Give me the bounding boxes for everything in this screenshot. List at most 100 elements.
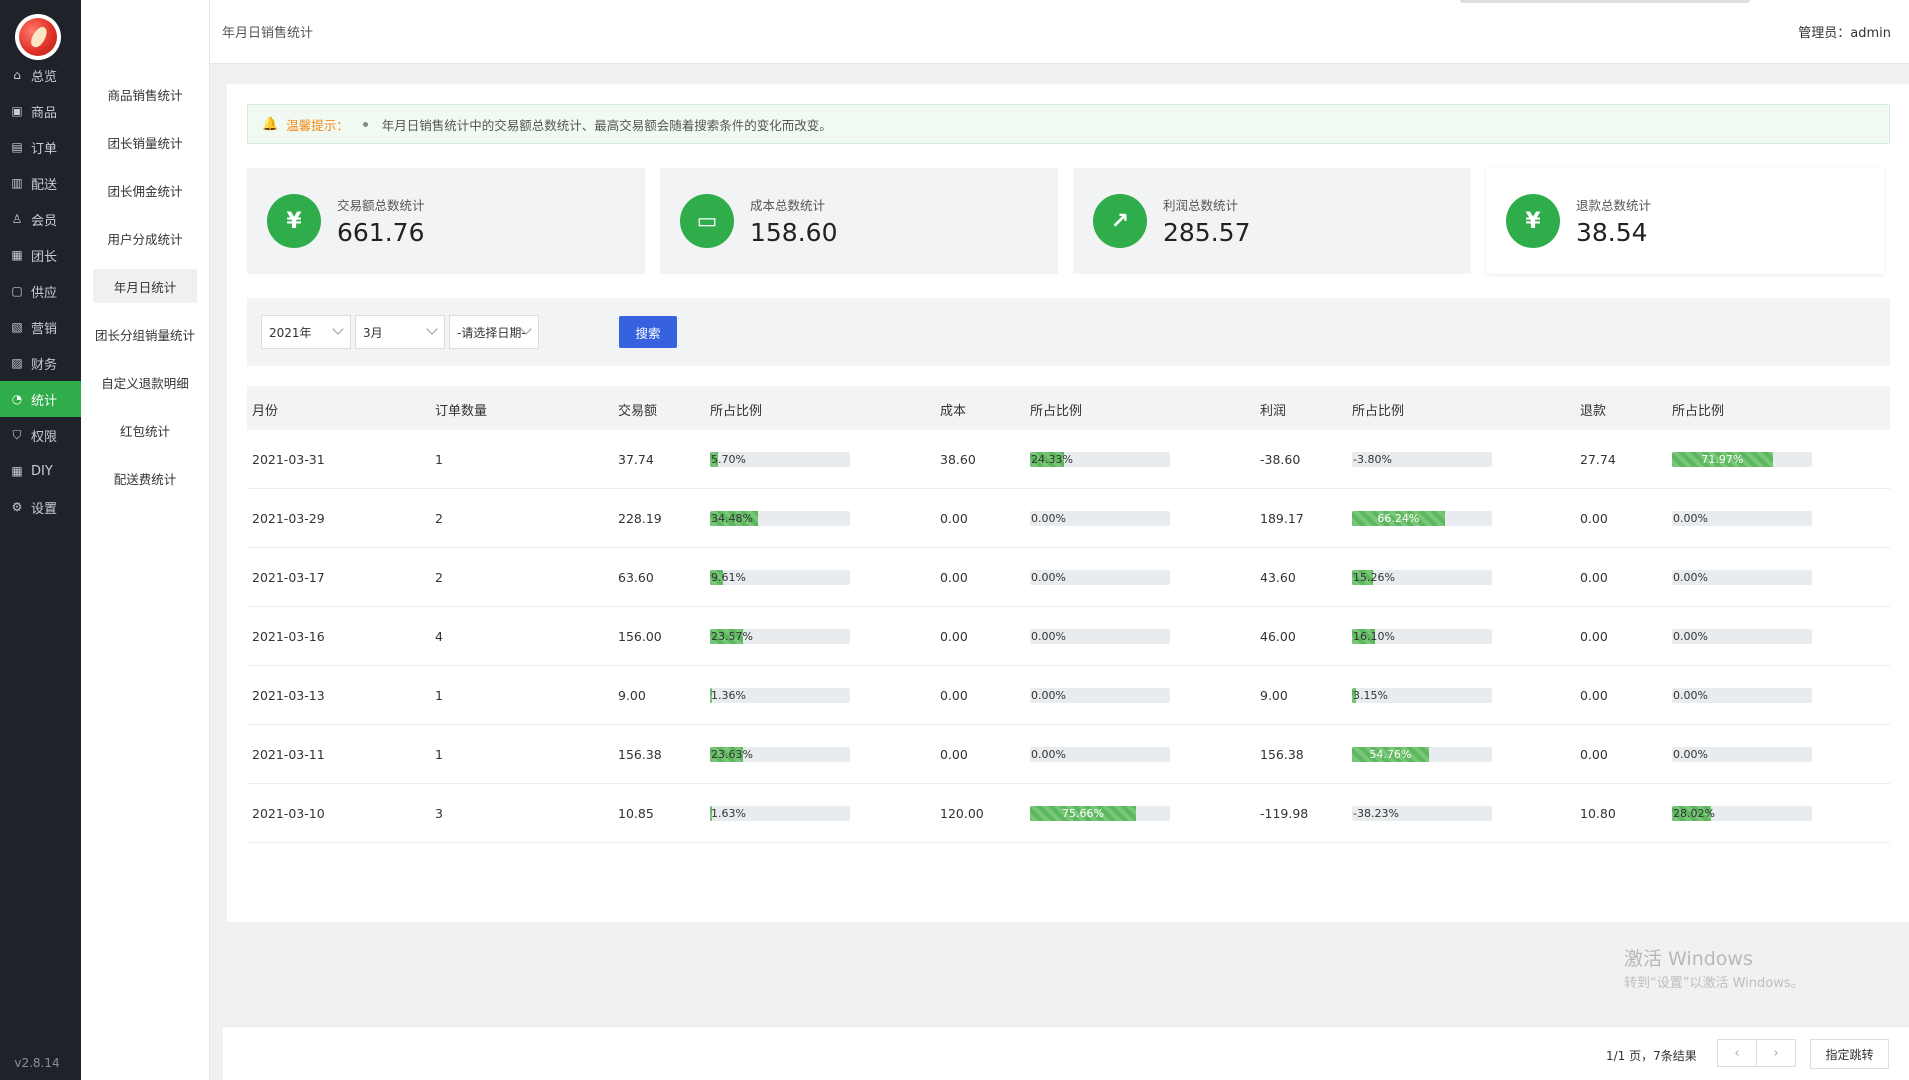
stat-card-3: ¥ 退款总数统计 38.54	[1486, 168, 1884, 274]
cost-ratio-bar: 0.00%	[1030, 747, 1170, 762]
nav-item-label: 权限	[31, 429, 58, 445]
archive-box-icon: ▭	[680, 194, 734, 248]
submenu-item-3[interactable]: 用户分成统计	[93, 221, 197, 255]
column-header: 交易额	[618, 404, 658, 419]
finance-icon: ▨	[11, 356, 23, 370]
submenu-item-6[interactable]: 自定义退款明细	[93, 365, 197, 399]
column-header: 订单数量	[435, 404, 488, 419]
nav-item-8[interactable]: ▨ 财务	[0, 345, 81, 381]
stat-label: 退款总数统计	[1576, 198, 1652, 213]
stat-text: 成本总数统计 158.60	[750, 195, 837, 247]
ratio-label: 0.00%	[1673, 748, 1708, 761]
ratio-label: 16.10%	[1353, 630, 1395, 643]
cell-cost: 0.00	[940, 688, 968, 703]
prev-page-button[interactable]: ‹	[1717, 1039, 1757, 1067]
stat-label: 利润总数统计	[1163, 198, 1239, 213]
table-row: 2021-03-10 3 10.85 120.00 -119.98 10.80 1.63% 7…	[247, 784, 1890, 843]
ratio-label: 5.70%	[711, 453, 746, 466]
ratio-label: 54.76%	[1369, 748, 1412, 761]
submenu-item-7[interactable]: 红包统计	[93, 413, 197, 447]
supply-icon: ▢	[11, 284, 23, 298]
home-icon: ⌂	[13, 68, 21, 82]
ratio-label: 0.00%	[1673, 630, 1708, 643]
cell-date: 2021-03-10	[252, 806, 325, 821]
submenu-item-4[interactable]: 年月日统计	[93, 269, 197, 303]
submenu-item-0[interactable]: 商品销售统计	[93, 77, 197, 111]
month-select-value: 3月	[363, 325, 383, 340]
nav-item-5[interactable]: ▦ 团长	[0, 237, 81, 273]
page-title: 年月日销售统计	[222, 26, 314, 41]
admin-info[interactable]: 管理员：admin	[1798, 22, 1891, 41]
ratio-label: 0.00%	[1673, 689, 1708, 702]
cell-refund: 0.00	[1580, 570, 1608, 585]
cell-cost: 0.00	[940, 511, 968, 526]
column-header: 月份	[252, 404, 279, 419]
stat-text: 退款总数统计 38.54	[1576, 195, 1651, 247]
nav-item-2[interactable]: ▤ 订单	[0, 129, 81, 165]
cell-orders: 1	[435, 747, 443, 762]
nav-item-9[interactable]: ◔ 统计	[0, 381, 81, 417]
delivery-icon: ▥	[11, 176, 23, 190]
nav-item-6[interactable]: ▢ 供应	[0, 273, 81, 309]
windows-activation-hint: 转到“设置”以激活 Windows。	[1624, 976, 1804, 991]
nav-item-4[interactable]: ♙ 会员	[0, 201, 81, 237]
nav-item-1[interactable]: ▣ 商品	[0, 93, 81, 129]
tip-text: 年月日销售统计中的交易额总数统计、最高交易额会随着搜索条件的变化而改变。	[381, 117, 832, 133]
cell-orders: 1	[435, 452, 443, 467]
cell-profit: 9.00	[1260, 688, 1288, 703]
ratio-label: 23.63%	[711, 748, 753, 761]
pagination-bar: 1/1 页，7条结果 ‹ › 指定跳转	[223, 1026, 1909, 1080]
nav-item-11[interactable]: ▦ DIY	[0, 453, 81, 489]
profit-ratio-bar: 3.15%	[1352, 688, 1492, 703]
profit-ratio-bar: -38.23%	[1352, 806, 1492, 821]
table-row: 2021-03-11 1 156.38 0.00 156.38 0.00 23.63% 0.0…	[247, 725, 1890, 784]
submenu-item-2[interactable]: 团长佣金统计	[93, 173, 197, 207]
day-select[interactable]: -请选择日期-	[449, 315, 539, 349]
nav-item-12[interactable]: ⚙ 设置	[0, 489, 81, 525]
submenu-item-5[interactable]: 团长分组销量统计	[93, 317, 197, 351]
ratio-label: 0.00%	[1031, 748, 1066, 761]
nav-item-0[interactable]: ⌂ 总览	[0, 57, 81, 93]
app-logo[interactable]	[15, 14, 61, 60]
nav-item-label: 营销	[31, 321, 58, 337]
ratio-label: 0.00%	[1673, 512, 1708, 525]
ratio-label: 15.26%	[1353, 571, 1395, 584]
stat-card-0: ¥ 交易额总数统计 661.76	[247, 168, 645, 274]
submenu-item-1[interactable]: 团长销量统计	[93, 125, 197, 159]
year-select[interactable]: 2021年	[261, 315, 351, 349]
nav-item-7[interactable]: ▧ 营销	[0, 309, 81, 345]
profit-ratio-bar: 66.24%	[1352, 511, 1492, 526]
ratio-label: 24.33%	[1031, 453, 1073, 466]
cell-refund: 0.00	[1580, 747, 1608, 762]
admin-name: admin	[1850, 26, 1891, 41]
ratio-label: 28.02%	[1673, 807, 1715, 820]
stat-card-1: ▭ 成本总数统计 158.60	[660, 168, 1058, 274]
submenu-item-8[interactable]: 配送费统计	[93, 461, 197, 495]
nav-item-3[interactable]: ▥ 配送	[0, 165, 81, 201]
column-header: 利润	[1260, 404, 1287, 419]
ratio-label: 75.66%	[1061, 807, 1104, 820]
tip-label: 温馨提示：	[286, 117, 349, 133]
ratio-label: 3.15%	[1353, 689, 1388, 702]
cost-ratio-bar: 0.00%	[1030, 511, 1170, 526]
stats-submenu: 商品销售统计 团长销量统计 团长佣金统计 用户分成统计 年月日统计团长分组销量统计 自定义…	[81, 0, 210, 1080]
jump-page-button[interactable]: 指定跳转	[1810, 1039, 1889, 1069]
cell-cost: 120.00	[940, 806, 984, 821]
stat-value: 661.76	[337, 218, 425, 247]
profit-ratio-bar: -3.80%	[1352, 452, 1492, 467]
chevron-down-icon	[426, 323, 438, 335]
amount-ratio-bar: 23.57%	[710, 629, 850, 644]
ratio-label: 66.24%	[1377, 512, 1420, 525]
refund-ratio-bar: 0.00%	[1672, 747, 1812, 762]
nav-item-label: 总览	[31, 69, 58, 85]
cell-amount: 156.38	[618, 747, 662, 762]
search-button[interactable]: 搜索	[619, 316, 677, 348]
ratio-label: 71.97%	[1701, 453, 1744, 466]
cell-refund: 0.00	[1580, 629, 1608, 644]
month-select[interactable]: 3月	[355, 315, 445, 349]
nav-item-10[interactable]: ⛉ 权限	[0, 417, 81, 453]
cost-ratio-bar: 0.00%	[1030, 629, 1170, 644]
amount-ratio-bar: 5.70%	[710, 452, 850, 467]
ratio-label: 1.63%	[711, 807, 746, 820]
next-page-button[interactable]: ›	[1756, 1039, 1796, 1067]
